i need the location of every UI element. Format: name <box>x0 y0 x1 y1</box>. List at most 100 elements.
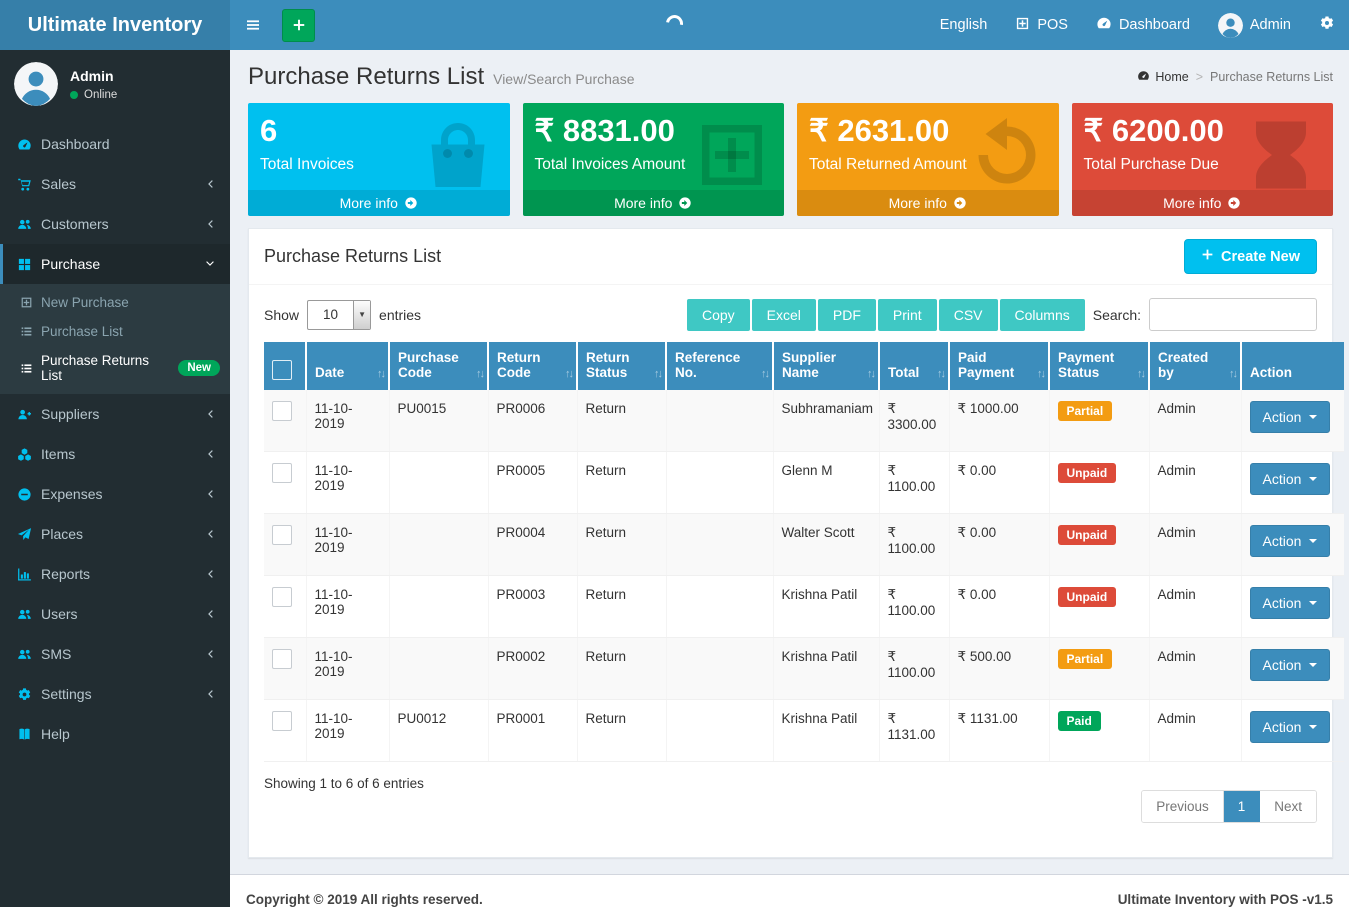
row-checkbox[interactable] <box>272 649 292 669</box>
column-header-date[interactable]: Date↑↓ <box>306 342 389 390</box>
csv-button[interactable]: CSV <box>939 299 998 331</box>
row-action-button[interactable]: Action <box>1250 649 1331 681</box>
cell-return_code: PR0006 <box>488 390 577 452</box>
cell-paid_payment: ₹ 1131.00 <box>949 700 1049 762</box>
settings-menu[interactable] <box>1305 0 1349 50</box>
search-input[interactable] <box>1149 298 1317 331</box>
chevron-left-icon <box>204 648 216 660</box>
column-header-payment-status[interactable]: Payment Status↑↓ <box>1049 342 1149 390</box>
table-row: 11-10-2019PR0004ReturnWalter Scott₹ 1100… <box>264 514 1344 576</box>
sort-icon[interactable]: ↑↓ <box>1229 368 1236 380</box>
sidebar-item-settings[interactable]: Settings <box>0 674 230 714</box>
column-header-supplier-name[interactable]: Supplier Name↑↓ <box>773 342 879 390</box>
dashboard-link[interactable]: Dashboard <box>1082 0 1204 50</box>
quick-add-button[interactable] <box>282 9 315 42</box>
column-header-action: Action <box>1241 342 1344 390</box>
row-checkbox[interactable] <box>272 463 292 483</box>
user-status: Online <box>70 89 117 101</box>
caret-down-icon <box>1309 415 1317 419</box>
sort-icon[interactable]: ↑↓ <box>654 368 661 380</box>
page-length-select[interactable]: 10 ▼ <box>307 300 371 330</box>
sidebar-item-sales[interactable]: Sales <box>0 164 230 204</box>
sidebar-item-users[interactable]: Users <box>0 594 230 634</box>
breadcrumb-home[interactable]: Home <box>1137 69 1188 85</box>
select-all-checkbox[interactable] <box>272 360 292 380</box>
column-header-reference-no-[interactable]: Reference No.↑↓ <box>666 342 773 390</box>
row-action-button[interactable]: Action <box>1250 463 1331 495</box>
sort-icon[interactable]: ↑↓ <box>1137 368 1144 380</box>
sidebar-item-purchase-returns-list[interactable]: Purchase Returns ListNew <box>0 346 230 390</box>
status-badge: Unpaid <box>1058 587 1117 607</box>
user-plus-icon <box>17 407 41 422</box>
cell-date: 11-10-2019 <box>306 514 389 576</box>
caret-down-icon <box>1309 725 1317 729</box>
sort-icon[interactable]: ↑↓ <box>565 368 572 380</box>
cell-total: ₹ 1131.00 <box>879 700 949 762</box>
sidebar-item-places[interactable]: Places <box>0 514 230 554</box>
sort-icon[interactable]: ↑↓ <box>476 368 483 380</box>
columns-button[interactable]: Columns <box>1000 299 1085 331</box>
column-header-purchase-code[interactable]: Purchase Code↑↓ <box>389 342 488 390</box>
pagination-page-1[interactable]: 1 <box>1224 791 1261 822</box>
sidebar-item-purchase[interactable]: Purchase <box>0 244 230 284</box>
column-header-total[interactable]: Total↑↓ <box>879 342 949 390</box>
sidebar-item-sms[interactable]: SMS <box>0 634 230 674</box>
cell-supplier_name: Krishna Patil <box>773 638 879 700</box>
print-button[interactable]: Print <box>878 299 937 331</box>
app-logo[interactable]: Ultimate Inventory <box>0 0 230 50</box>
summary-box-total-purchase-due: ₹ 6200.00Total Purchase DueMore info <box>1072 103 1334 216</box>
pos-link[interactable]: POS <box>1001 0 1082 50</box>
sidebar-item-purchase-list[interactable]: Purchase List <box>0 317 230 346</box>
language-menu[interactable]: English <box>926 0 1002 50</box>
gear-icon <box>17 687 41 702</box>
row-action-button[interactable]: Action <box>1250 401 1331 433</box>
sidebar-toggle[interactable] <box>230 0 276 50</box>
sidebar-item-items[interactable]: Items <box>0 434 230 474</box>
row-action-button[interactable]: Action <box>1250 587 1331 619</box>
cell-date: 11-10-2019 <box>306 452 389 514</box>
caret-down-icon <box>1309 663 1317 667</box>
paper-plane-icon <box>17 527 41 542</box>
column-header-created-by[interactable]: Created by↑↓ <box>1149 342 1241 390</box>
row-checkbox[interactable] <box>272 401 292 421</box>
row-action-button[interactable]: Action <box>1250 711 1331 743</box>
sort-icon[interactable]: ↑↓ <box>867 368 874 380</box>
column-header-return-status[interactable]: Return Status↑↓ <box>577 342 666 390</box>
sort-icon[interactable]: ↑↓ <box>937 368 944 380</box>
column-header-paid-payment[interactable]: Paid Payment↑↓ <box>949 342 1049 390</box>
cell-purchase_code <box>389 452 488 514</box>
sidebar-item-suppliers[interactable]: Suppliers <box>0 394 230 434</box>
column-header-return-code[interactable]: Return Code↑↓ <box>488 342 577 390</box>
pdf-button[interactable]: PDF <box>818 299 876 331</box>
sidebar-item-expenses[interactable]: Expenses <box>0 474 230 514</box>
sidebar-item-new-purchase[interactable]: New Purchase <box>0 288 230 317</box>
arrow-circle-right-icon <box>404 196 418 210</box>
pagination-previous[interactable]: Previous <box>1142 791 1224 822</box>
sort-icon[interactable]: ↑↓ <box>1037 368 1044 380</box>
sidebar-item-customers[interactable]: Customers <box>0 204 230 244</box>
sort-icon[interactable]: ↑↓ <box>761 368 768 380</box>
row-checkbox[interactable] <box>272 711 292 731</box>
create-new-button[interactable]: Create New <box>1184 239 1317 274</box>
user-panel: Admin Online <box>0 50 230 120</box>
user-menu[interactable]: Admin <box>1204 0 1305 50</box>
bag-icon <box>418 115 498 200</box>
row-action-button[interactable]: Action <box>1250 525 1331 557</box>
chevron-left-icon <box>204 218 216 230</box>
sidebar-item-help[interactable]: Help <box>0 714 230 754</box>
row-checkbox[interactable] <box>272 587 292 607</box>
pagination-next[interactable]: Next <box>1260 791 1316 822</box>
status-badge: Paid <box>1058 711 1101 731</box>
sort-icon[interactable]: ↑↓ <box>377 368 384 380</box>
cell-purchase_code <box>389 576 488 638</box>
copy-button[interactable]: Copy <box>687 299 750 331</box>
cell-return_code: PR0001 <box>488 700 577 762</box>
sidebar-item-dashboard[interactable]: Dashboard <box>0 124 230 164</box>
cell-total: ₹ 1100.00 <box>879 638 949 700</box>
excel-button[interactable]: Excel <box>752 299 816 331</box>
row-checkbox[interactable] <box>272 525 292 545</box>
cell-created_by: Admin <box>1149 452 1241 514</box>
sidebar-item-reports[interactable]: Reports <box>0 554 230 594</box>
summary-box-total-returned-amount: ₹ 2631.00Total Returned AmountMore info <box>797 103 1059 216</box>
loading-spinner-icon <box>663 12 687 36</box>
